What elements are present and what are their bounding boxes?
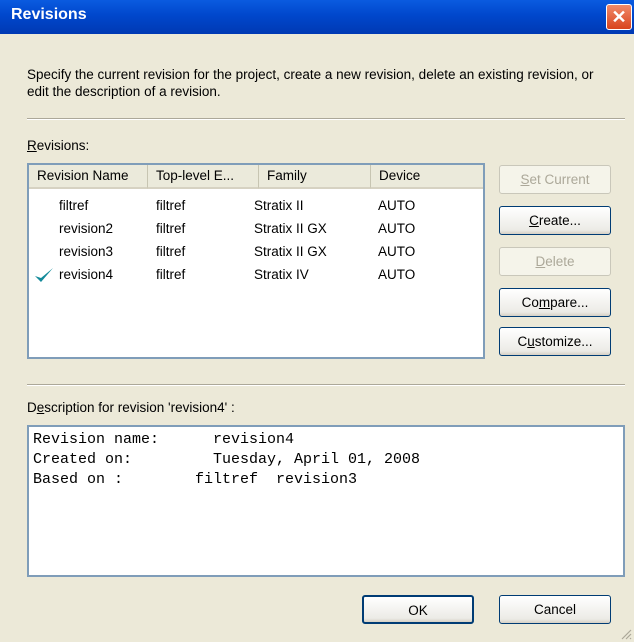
column-header-top-level-entity[interactable]: Top-level E...: [148, 165, 259, 189]
top-level-entity: filtref: [156, 267, 186, 282]
delete-button[interactable]: Delete: [499, 247, 611, 276]
intro-text: Specify the current revision for the pro…: [27, 67, 594, 99]
family: Stratix IV: [254, 267, 309, 282]
family: Stratix II: [254, 198, 304, 213]
table-row[interactable]: revision4 filtref Stratix IV AUTO: [29, 264, 483, 287]
window-title: Revisions: [11, 6, 87, 23]
device: AUTO: [378, 198, 416, 213]
compare-button[interactable]: Compare...: [499, 288, 611, 317]
device: AUTO: [378, 221, 416, 236]
revisions-dialog: Revisions ✕ Specify the current revision…: [0, 0, 634, 642]
revision-name: revision3: [59, 244, 114, 259]
top-level-entity: filtref: [156, 221, 186, 236]
family: Stratix II GX: [254, 244, 327, 259]
title-bar[interactable]: Revisions ✕: [0, 0, 634, 34]
column-header-device[interactable]: Device: [371, 165, 483, 189]
cancel-button[interactable]: Cancel: [499, 595, 611, 624]
separator-middle: [27, 384, 625, 386]
revision-name: revision2: [59, 221, 114, 236]
revisions-list[interactable]: Revision Name Top-level E... Family Devi…: [27, 163, 485, 359]
description-textarea[interactable]: Revision name: revision4 Created on: Tue…: [27, 425, 625, 577]
checkmark-icon: [35, 268, 53, 282]
close-button[interactable]: ✕: [606, 4, 632, 30]
top-level-entity: filtref: [156, 198, 186, 213]
description-label: Description for revision 'revision4' :: [27, 400, 235, 415]
customize-button[interactable]: Customize...: [499, 327, 611, 356]
device: AUTO: [378, 267, 416, 282]
revision-name: revision4: [59, 267, 114, 282]
revision-name: filtref: [59, 198, 89, 213]
table-row[interactable]: filtref filtref Stratix II AUTO: [29, 195, 483, 218]
column-header-revision-name[interactable]: Revision Name: [29, 165, 148, 189]
separator-top: [27, 118, 625, 120]
close-icon: ✕: [611, 7, 627, 27]
set-current-button[interactable]: Set Current: [499, 165, 611, 194]
family: Stratix II GX: [254, 221, 327, 236]
revisions-label: Revisions:: [27, 138, 90, 153]
ok-button[interactable]: OK: [362, 595, 474, 624]
resize-grip-icon[interactable]: [620, 628, 632, 640]
table-row[interactable]: revision2 filtref Stratix II GX AUTO: [29, 218, 483, 241]
top-level-entity: filtref: [156, 244, 186, 259]
table-row[interactable]: revision3 filtref Stratix II GX AUTO: [29, 241, 483, 264]
create-button[interactable]: Create...: [499, 206, 611, 235]
device: AUTO: [378, 244, 416, 259]
column-header-family[interactable]: Family: [259, 165, 371, 189]
